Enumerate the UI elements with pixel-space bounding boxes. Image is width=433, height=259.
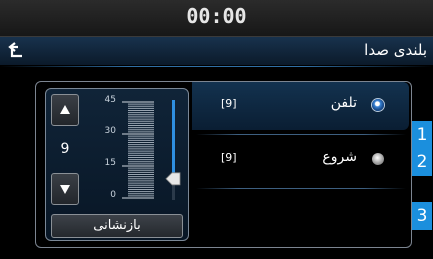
radio-selected-icon bbox=[372, 99, 384, 111]
row-divider bbox=[196, 188, 406, 189]
triangle-down-icon bbox=[60, 185, 70, 194]
volume-value: 9 bbox=[60, 141, 70, 157]
scale-tick-label: 45 bbox=[104, 95, 116, 105]
slider-fill bbox=[172, 100, 175, 179]
row-label: شروع bbox=[322, 149, 357, 165]
list-number-badge: 3 bbox=[412, 202, 432, 230]
list-number-badge: 1 bbox=[412, 121, 432, 149]
volume-down-button[interactable] bbox=[51, 173, 79, 205]
status-bar: 00:00 bbox=[0, 0, 433, 37]
title-divider bbox=[0, 66, 433, 67]
list-item-phone[interactable]: [9] تلفن bbox=[192, 82, 409, 130]
volume-slider[interactable] bbox=[120, 94, 186, 206]
row-label: تلفن bbox=[330, 95, 357, 111]
volume-up-button[interactable] bbox=[51, 94, 79, 126]
clock: 00:00 bbox=[186, 4, 247, 28]
back-arrow-icon bbox=[8, 42, 22, 58]
back-button[interactable] bbox=[4, 39, 34, 63]
slider-thumb[interactable] bbox=[165, 172, 181, 186]
triangle-up-icon bbox=[60, 105, 70, 114]
radio-unselected-icon bbox=[372, 153, 384, 165]
scale-tick-label: 30 bbox=[104, 126, 116, 136]
list-number-badge: 2 bbox=[412, 148, 432, 176]
scale-tick-label: 15 bbox=[104, 158, 116, 168]
row-value: [9] bbox=[221, 97, 237, 110]
reset-button-label: بازنشانی bbox=[93, 218, 141, 233]
row-divider bbox=[196, 134, 406, 135]
title-bar: بلندی صدا bbox=[0, 37, 433, 65]
page-title: بلندی صدا bbox=[364, 41, 427, 59]
row-value: [9] bbox=[221, 151, 237, 164]
list-item-start[interactable]: [9] شروع bbox=[192, 136, 409, 184]
scale-tick-label: 0 bbox=[110, 190, 116, 200]
reset-button[interactable]: بازنشانی bbox=[51, 214, 183, 238]
